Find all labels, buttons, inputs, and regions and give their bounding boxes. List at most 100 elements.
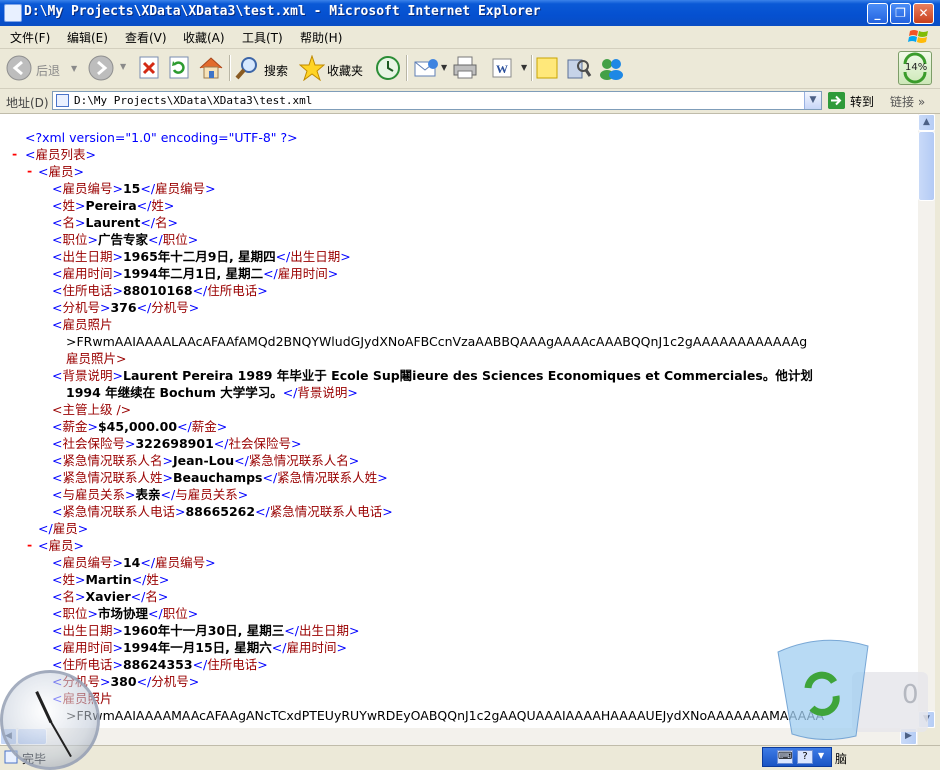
scroll-up-icon[interactable]: ▲ bbox=[918, 114, 935, 131]
back-arrow-icon bbox=[6, 55, 32, 81]
ime-dropdown-icon[interactable]: ▼ bbox=[818, 751, 824, 760]
menu-edit[interactable]: 编辑(E) bbox=[67, 29, 108, 46]
help-icon[interactable]: ? bbox=[797, 750, 813, 764]
background-line: 1994 年继续在 Bochum 大学学习。</背景说明> bbox=[66, 385, 358, 400]
zoom-badge[interactable]: 14% bbox=[898, 51, 932, 85]
links-button[interactable]: 链接 » bbox=[890, 93, 925, 110]
recycle-count: 0 bbox=[902, 680, 919, 710]
xml-field-line: <雇用时间>1994年二月1日, 星期二</雇用时间> bbox=[52, 266, 339, 281]
mail-dropdown-icon[interactable]: ▼ bbox=[441, 63, 447, 72]
menu-bar: 文件(F) 编辑(E) 查看(V) 收藏(A) 工具(T) 帮助(H) bbox=[0, 26, 940, 49]
xml-field-line: <雇员编号>15</雇员编号> bbox=[52, 181, 216, 196]
xml-field-line: <名>Xavier</名> bbox=[52, 589, 169, 604]
mail-button[interactable]: ▼ bbox=[413, 54, 449, 82]
xml-field-line: <姓>Martin</姓> bbox=[52, 572, 170, 587]
research-icon bbox=[567, 59, 592, 79]
search-label: 搜索 bbox=[264, 64, 289, 78]
address-value: D:\My Projects\XData\XData3\test.xml bbox=[74, 94, 313, 107]
discuss-button[interactable] bbox=[536, 54, 560, 82]
clock-gadget[interactable] bbox=[0, 670, 100, 770]
edit-button[interactable]: W ▼ bbox=[490, 54, 530, 82]
ime-toolbar[interactable]: ⌨ ? ▼ bbox=[762, 747, 832, 767]
employee-open-tag: <雇员> bbox=[38, 164, 84, 179]
vertical-scroll-thumb[interactable] bbox=[918, 131, 935, 201]
xml-field-line: <紧急情况联系人名>Jean-Lou</紧急情况联系人名> bbox=[52, 453, 360, 468]
print-button[interactable] bbox=[452, 54, 480, 82]
messenger-button[interactable] bbox=[598, 54, 626, 82]
address-input[interactable]: D:\My Projects\XData\XData3\test.xml ▼ bbox=[52, 91, 822, 110]
xml-field-line: <与雇员关系>表亲</与雇员关系> bbox=[52, 487, 249, 502]
back-dropdown-icon[interactable]: ▼ bbox=[71, 64, 77, 73]
collapse-toggle-employee[interactable]: - bbox=[27, 163, 32, 178]
forward-arrow-icon bbox=[88, 55, 114, 81]
ie-page-icon bbox=[4, 4, 22, 22]
home-button[interactable] bbox=[198, 54, 224, 82]
xml-field-line: <出生日期>1965年十二月9日, 星期四</出生日期> bbox=[52, 249, 351, 264]
xml-field-line: <紧急情况联系人电话>88665262</紧急情况联系人电话> bbox=[52, 504, 393, 519]
menu-file[interactable]: 文件(F) bbox=[10, 29, 50, 46]
close-button[interactable]: ✕ bbox=[913, 3, 934, 24]
recycle-bin-gadget[interactable]: 0 bbox=[772, 632, 930, 740]
root-open-tag: <雇员列表> bbox=[25, 147, 96, 162]
go-label: 转到 bbox=[850, 95, 875, 109]
history-button[interactable] bbox=[374, 54, 402, 82]
status-bar: 完毕 ⌨ ? ▼ 脑 bbox=[0, 745, 940, 769]
keyboard-icon[interactable]: ⌨ bbox=[777, 750, 793, 764]
forward-dropdown-icon[interactable]: ▼ bbox=[120, 62, 126, 71]
note-icon bbox=[536, 57, 558, 79]
ime-label: 脑 bbox=[835, 752, 848, 766]
xml-field-line: <雇用时间>1994年一月15日, 星期六</雇用时间> bbox=[52, 640, 347, 655]
clock-minute-hand bbox=[50, 721, 72, 758]
home-icon bbox=[199, 57, 223, 79]
employee-open-tag: <雇员> bbox=[38, 538, 84, 553]
research-button[interactable] bbox=[566, 54, 592, 82]
title-bar[interactable]: D:\My Projects\XData\XData3\test.xml - M… bbox=[0, 0, 940, 26]
printer-icon bbox=[453, 56, 477, 79]
toolbar-separator bbox=[229, 55, 231, 81]
photo-close-tag: 雇员照片> bbox=[66, 351, 127, 366]
xml-field-line: <紧急情况联系人姓>Beauchamps</紧急情况联系人姓> bbox=[52, 470, 388, 485]
manager-empty-tag: <主管上级 /> bbox=[52, 402, 132, 417]
search-icon bbox=[235, 57, 257, 80]
back-label: 后退 bbox=[36, 64, 61, 78]
xml-field-line: <薪金>$45,000.00</薪金> bbox=[52, 419, 228, 434]
xml-field-line: <名>Laurent</名> bbox=[52, 215, 178, 230]
stop-button[interactable] bbox=[138, 54, 162, 82]
xml-field-line: <出生日期>1960年十一月30日, 星期三</出生日期> bbox=[52, 623, 360, 638]
toolbar: 后退 ▼ ▼ 搜索 收藏夹 ▼ W ▼ 14% bbox=[0, 49, 940, 89]
mail-icon bbox=[414, 59, 438, 77]
edit-dropdown-icon[interactable]: ▼ bbox=[521, 63, 527, 72]
menu-view[interactable]: 查看(V) bbox=[125, 29, 167, 46]
back-button[interactable]: 后退 bbox=[6, 54, 68, 82]
search-button[interactable]: 搜索 bbox=[234, 54, 294, 82]
collapse-toggle-root[interactable]: - bbox=[12, 146, 17, 161]
minimize-button[interactable]: _ bbox=[867, 3, 888, 24]
refresh-button[interactable] bbox=[168, 54, 192, 82]
xml-declaration: <?xml version="1.0" encoding="UTF-8" ?> bbox=[25, 130, 298, 145]
address-dropdown-icon[interactable]: ▼ bbox=[804, 92, 821, 109]
menu-tools[interactable]: 工具(T) bbox=[242, 29, 283, 46]
clock-hour-hand bbox=[35, 691, 53, 724]
history-icon bbox=[376, 56, 400, 80]
collapse-toggle-employee[interactable]: - bbox=[27, 537, 32, 552]
forward-button[interactable]: ▼ bbox=[88, 54, 128, 82]
menu-help[interactable]: 帮助(H) bbox=[300, 29, 342, 46]
xml-field-line: <姓>Pereira</姓> bbox=[52, 198, 175, 213]
xml-field-line: <住所电话>88624353</住所电话> bbox=[52, 657, 268, 672]
star-icon bbox=[299, 55, 325, 81]
xml-field-line: <住所电话>88010168</住所电话> bbox=[52, 283, 268, 298]
svg-text:W: W bbox=[496, 62, 508, 76]
favorites-button[interactable]: 收藏夹 bbox=[299, 54, 367, 82]
stop-icon bbox=[139, 56, 159, 79]
menu-favorites[interactable]: 收藏(A) bbox=[183, 29, 225, 46]
refresh-icon bbox=[169, 56, 189, 79]
xml-field-line: <社会保险号>322698901</社会保险号> bbox=[52, 436, 302, 451]
address-bar: 地址(D) D:\My Projects\XData\XData3\test.x… bbox=[0, 89, 940, 114]
page-icon bbox=[56, 94, 69, 107]
go-arrow-icon bbox=[828, 92, 845, 109]
favorites-label: 收藏夹 bbox=[327, 64, 364, 78]
background-line: <背景说明>Laurent Pereira 1989 年毕业于 Ecole Su… bbox=[52, 368, 813, 383]
maximize-button[interactable]: ❐ bbox=[890, 3, 911, 24]
address-label: 地址(D) bbox=[6, 96, 49, 110]
xml-field-line: <分机号>376</分机号> bbox=[52, 300, 200, 315]
